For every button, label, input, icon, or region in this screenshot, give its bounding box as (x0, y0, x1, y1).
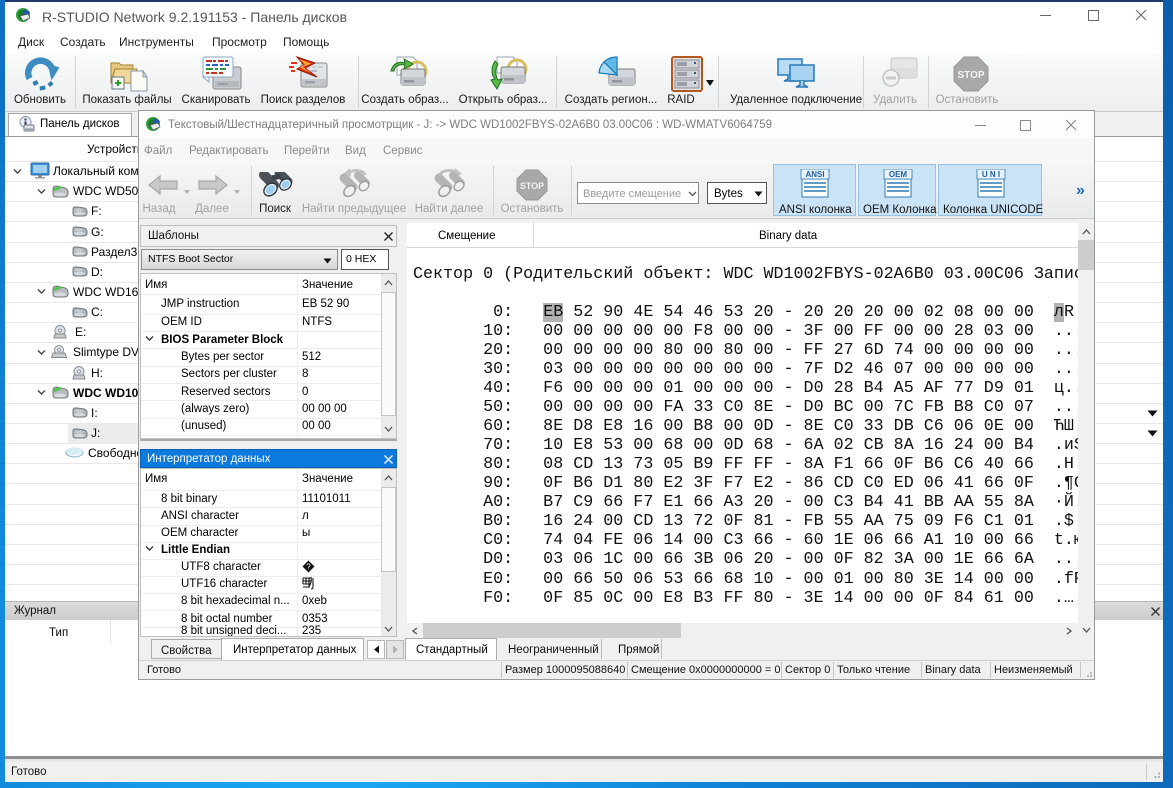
svg-text:ANSI: ANSI (805, 170, 824, 179)
svg-text:STOP: STOP (957, 70, 984, 81)
svg-text:?: ? (306, 563, 311, 572)
svg-text:U N I: U N I (982, 170, 1000, 179)
svg-text:OEM: OEM (889, 170, 908, 179)
svg-text:STOP: STOP (520, 181, 544, 191)
